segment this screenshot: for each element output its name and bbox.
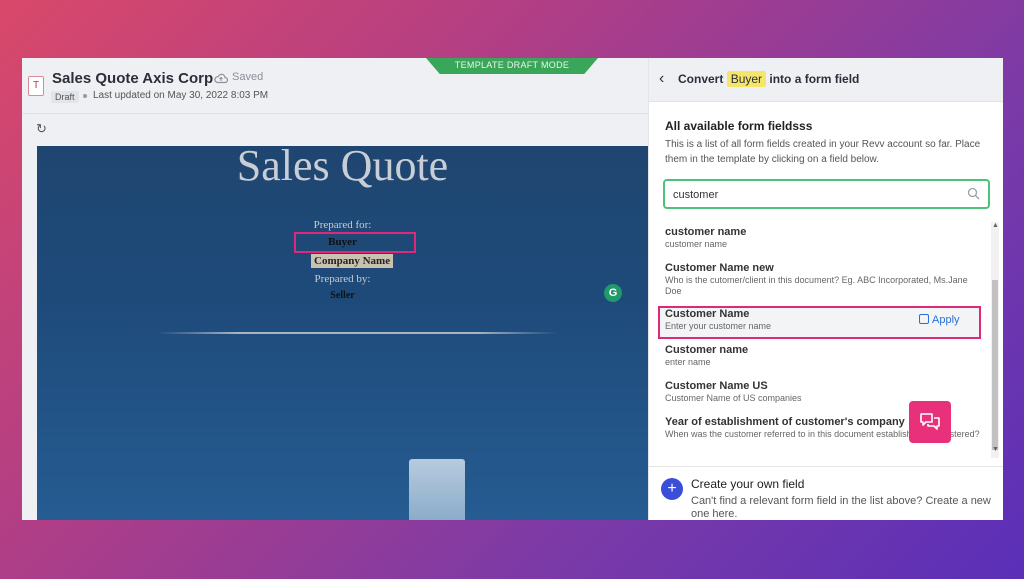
copy-icon: [919, 314, 929, 324]
last-updated-text: Last updated on May 30, 2022 8:03 PM: [93, 90, 269, 101]
panel-header-title: Convert Buyer into a form field: [678, 71, 860, 87]
list-item-name: customer name: [665, 226, 747, 238]
create-field-description: Can't find a relevant form field in the …: [691, 495, 991, 520]
scroll-up-arrow-icon[interactable]: ▲: [992, 222, 999, 229]
document-title[interactable]: Sales Quote Axis Corp: [52, 70, 213, 87]
separator-dot: [83, 94, 87, 98]
list-item-name: Customer Name new: [665, 262, 774, 274]
list-item[interactable]: Customer Name new Who is the cutomer/cli…: [665, 262, 980, 297]
list-item-desc: customer name: [665, 239, 728, 249]
create-field-title[interactable]: Create your own field: [691, 477, 804, 491]
apply-label: Apply: [932, 314, 960, 326]
chat-button[interactable]: [909, 401, 951, 443]
editor-toolbar: ↻: [22, 114, 648, 146]
decorative-cube-image: [409, 459, 465, 520]
draft-badge: Draft: [51, 91, 79, 103]
document-canvas: Sales Quote Prepared for: Buyer Company …: [37, 146, 648, 520]
list-item-desc: enter name: [665, 357, 711, 367]
section-description: This is a list of all form fields create…: [665, 139, 981, 165]
prepared-for-label: Prepared for:: [313, 219, 372, 231]
form-field-panel: ‹ Convert Buyer into a form field All av…: [648, 58, 1003, 520]
footer-divider: [649, 466, 1003, 467]
template-editor: T Sales Quote Axis Corp Saved Draft Last…: [22, 58, 648, 520]
list-item-desc: Who is the cutomer/client in this docume…: [665, 275, 968, 296]
search-input[interactable]: [673, 186, 953, 204]
template-draft-mode-banner: TEMPLATE DRAFT MODE: [426, 58, 598, 74]
saved-status: Saved: [232, 71, 264, 83]
apply-button[interactable]: Apply: [919, 314, 960, 326]
refresh-icon[interactable]: ↻: [36, 122, 50, 136]
scrollbar-thumb[interactable]: [992, 280, 998, 450]
list-item[interactable]: Customer name enter name: [665, 344, 980, 368]
section-title: All available form fieldsss: [665, 119, 813, 133]
header-suffix: into a form field: [769, 72, 860, 86]
panel-header: ‹ Convert Buyer into a form field: [649, 58, 1003, 102]
scroll-down-arrow-icon[interactable]: ▼: [992, 446, 999, 453]
list-item-name: Customer Name US: [665, 380, 768, 392]
header-highlight: Buyer: [726, 71, 767, 87]
list-item-name: Customer name: [665, 344, 749, 356]
prepared-by-label: Prepared by:: [314, 273, 371, 285]
search-icon[interactable]: [967, 187, 980, 200]
header-prefix: Convert: [678, 72, 724, 86]
grammarly-icon[interactable]: G: [604, 284, 622, 302]
plus-icon[interactable]: +: [661, 478, 683, 500]
editor-header: T Sales Quote Axis Corp Saved Draft Last…: [22, 58, 648, 114]
seller-text[interactable]: Seller: [37, 290, 648, 301]
chat-icon: [920, 413, 940, 430]
list-item[interactable]: customer name customer name: [665, 226, 980, 250]
doc-icon: T: [28, 76, 44, 96]
cloud-icon: [214, 73, 228, 84]
search-box[interactable]: [663, 179, 990, 209]
app-frame: T Sales Quote Axis Corp Saved Draft Last…: [22, 58, 1003, 520]
decorative-divider: [157, 332, 557, 334]
buyer-selection-highlight: [294, 232, 416, 253]
back-icon[interactable]: ‹: [659, 70, 664, 88]
company-name-field[interactable]: Company Name: [311, 254, 394, 268]
document-heading: Sales Quote: [236, 146, 449, 190]
